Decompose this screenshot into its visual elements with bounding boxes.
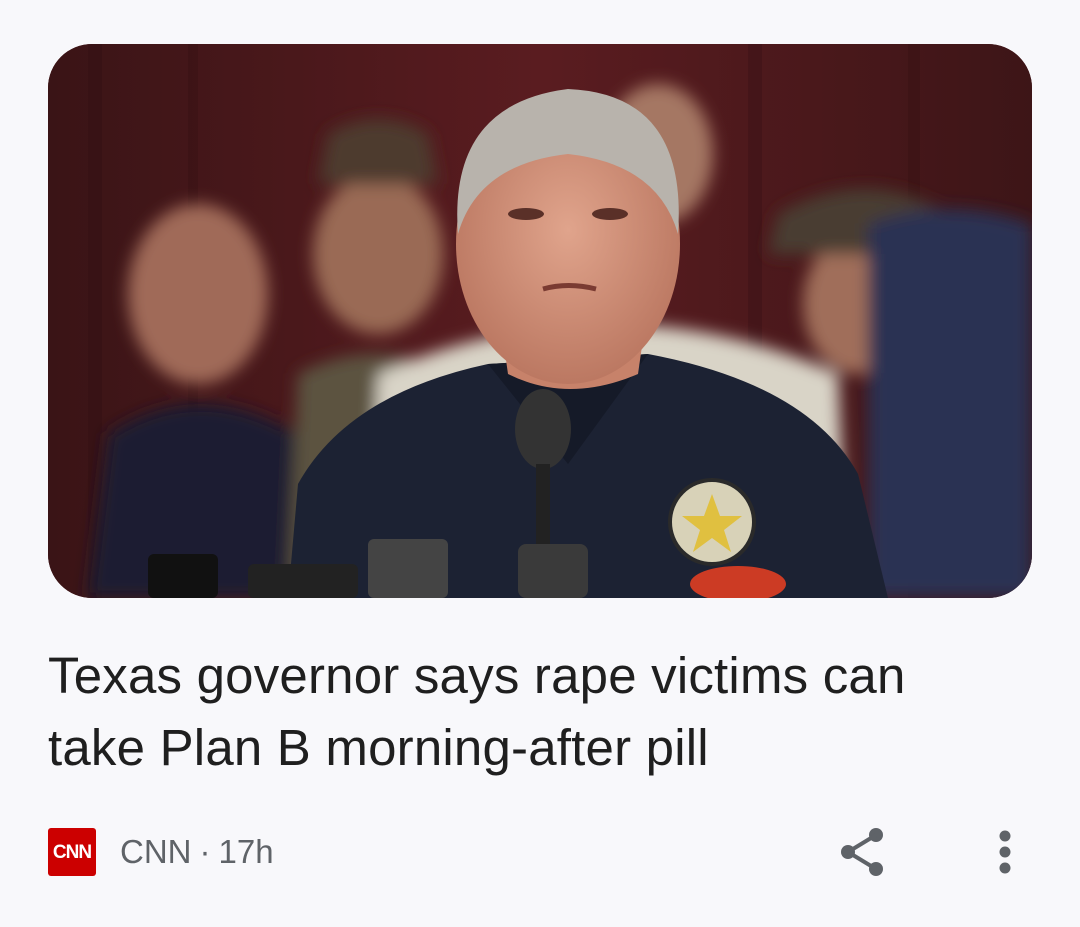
article-photo: [48, 44, 1032, 598]
cnn-logo-mark: CNN: [53, 842, 92, 863]
more-options-button[interactable]: [975, 822, 1035, 882]
share-button[interactable]: [832, 822, 892, 882]
cnn-logo-icon: CNN: [48, 828, 96, 876]
meta-separator: ·: [199, 833, 211, 870]
news-card[interactable]: Texas governor says rape victims can tak…: [0, 0, 1080, 927]
more-vertical-icon: [999, 830, 1011, 874]
share-icon: [841, 828, 883, 876]
article-age: 17h: [218, 833, 274, 870]
article-image[interactable]: [48, 44, 1032, 598]
source-name: CNN: [120, 833, 192, 870]
svg-text:CNN: CNN: [53, 842, 91, 863]
article-meta: CNN CNN · 17h: [48, 826, 274, 878]
article-headline[interactable]: Texas governor says rape victims can tak…: [48, 640, 1008, 784]
